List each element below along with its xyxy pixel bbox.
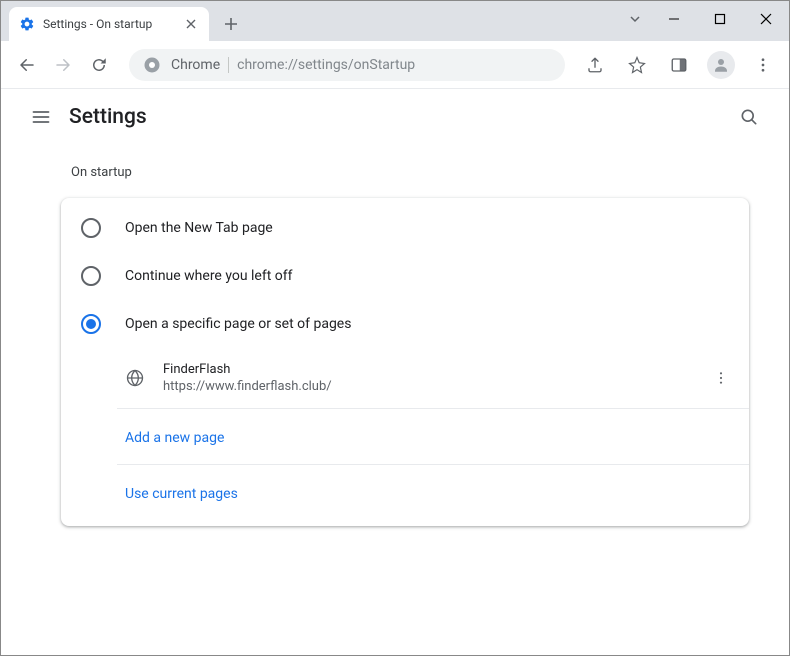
- omnibox-text: Chrome chrome://settings/onStartup: [171, 57, 415, 73]
- startup-page-entry: FinderFlash https://www.finderflash.club…: [117, 348, 749, 409]
- side-panel-icon[interactable]: [661, 47, 697, 83]
- link-label: Add a new page: [125, 430, 224, 446]
- kebab-menu-icon[interactable]: [705, 362, 737, 394]
- radio-option-newtab[interactable]: Open the New Tab page: [61, 204, 749, 252]
- radio-icon: [81, 266, 101, 286]
- radio-option-continue[interactable]: Continue where you left off: [61, 252, 749, 300]
- gear-icon: [19, 16, 35, 32]
- share-icon[interactable]: [577, 47, 613, 83]
- browser-toolbar: Chrome chrome://settings/onStartup: [1, 41, 789, 89]
- kebab-menu-icon[interactable]: [745, 47, 781, 83]
- forward-button: [45, 47, 81, 83]
- window-controls: [619, 1, 789, 37]
- hamburger-menu-icon[interactable]: [21, 97, 61, 137]
- close-window-button[interactable]: [743, 1, 789, 37]
- section-label: On startup: [71, 165, 749, 180]
- radio-label: Continue where you left off: [125, 268, 293, 284]
- chrome-icon: [143, 56, 161, 74]
- add-page-link[interactable]: Add a new page: [117, 409, 749, 465]
- maximize-button[interactable]: [697, 1, 743, 37]
- radio-label: Open the New Tab page: [125, 220, 273, 236]
- search-icon[interactable]: [729, 97, 769, 137]
- settings-content: On startup Open the New Tab page Continu…: [1, 165, 789, 526]
- radio-icon: [81, 314, 101, 334]
- page-info: FinderFlash https://www.finderflash.club…: [163, 362, 705, 394]
- radio-option-specific[interactable]: Open a specific page or set of pages: [61, 300, 749, 348]
- use-current-pages-link[interactable]: Use current pages: [117, 465, 749, 520]
- reload-button[interactable]: [81, 47, 117, 83]
- window-titlebar: Settings - On startup: [1, 1, 789, 41]
- page-name: FinderFlash: [163, 362, 705, 377]
- close-icon[interactable]: [183, 16, 199, 32]
- startup-options-card: Open the New Tab page Continue where you…: [61, 198, 749, 526]
- address-bar[interactable]: Chrome chrome://settings/onStartup: [129, 49, 565, 81]
- new-tab-button[interactable]: [217, 10, 245, 38]
- back-button[interactable]: [9, 47, 45, 83]
- bookmark-star-icon[interactable]: [619, 47, 655, 83]
- page-title: Settings: [69, 105, 729, 129]
- minimize-button[interactable]: [651, 1, 697, 37]
- browser-tab[interactable]: Settings - On startup: [9, 7, 209, 41]
- page-url: https://www.finderflash.club/: [163, 379, 705, 394]
- settings-header: Settings: [1, 89, 789, 145]
- profile-avatar[interactable]: [703, 47, 739, 83]
- radio-icon: [81, 218, 101, 238]
- link-label: Use current pages: [125, 486, 238, 502]
- tab-title: Settings - On startup: [43, 17, 183, 31]
- globe-icon: [125, 368, 145, 388]
- radio-label: Open a specific page or set of pages: [125, 316, 351, 332]
- chevron-down-icon[interactable]: [619, 1, 651, 37]
